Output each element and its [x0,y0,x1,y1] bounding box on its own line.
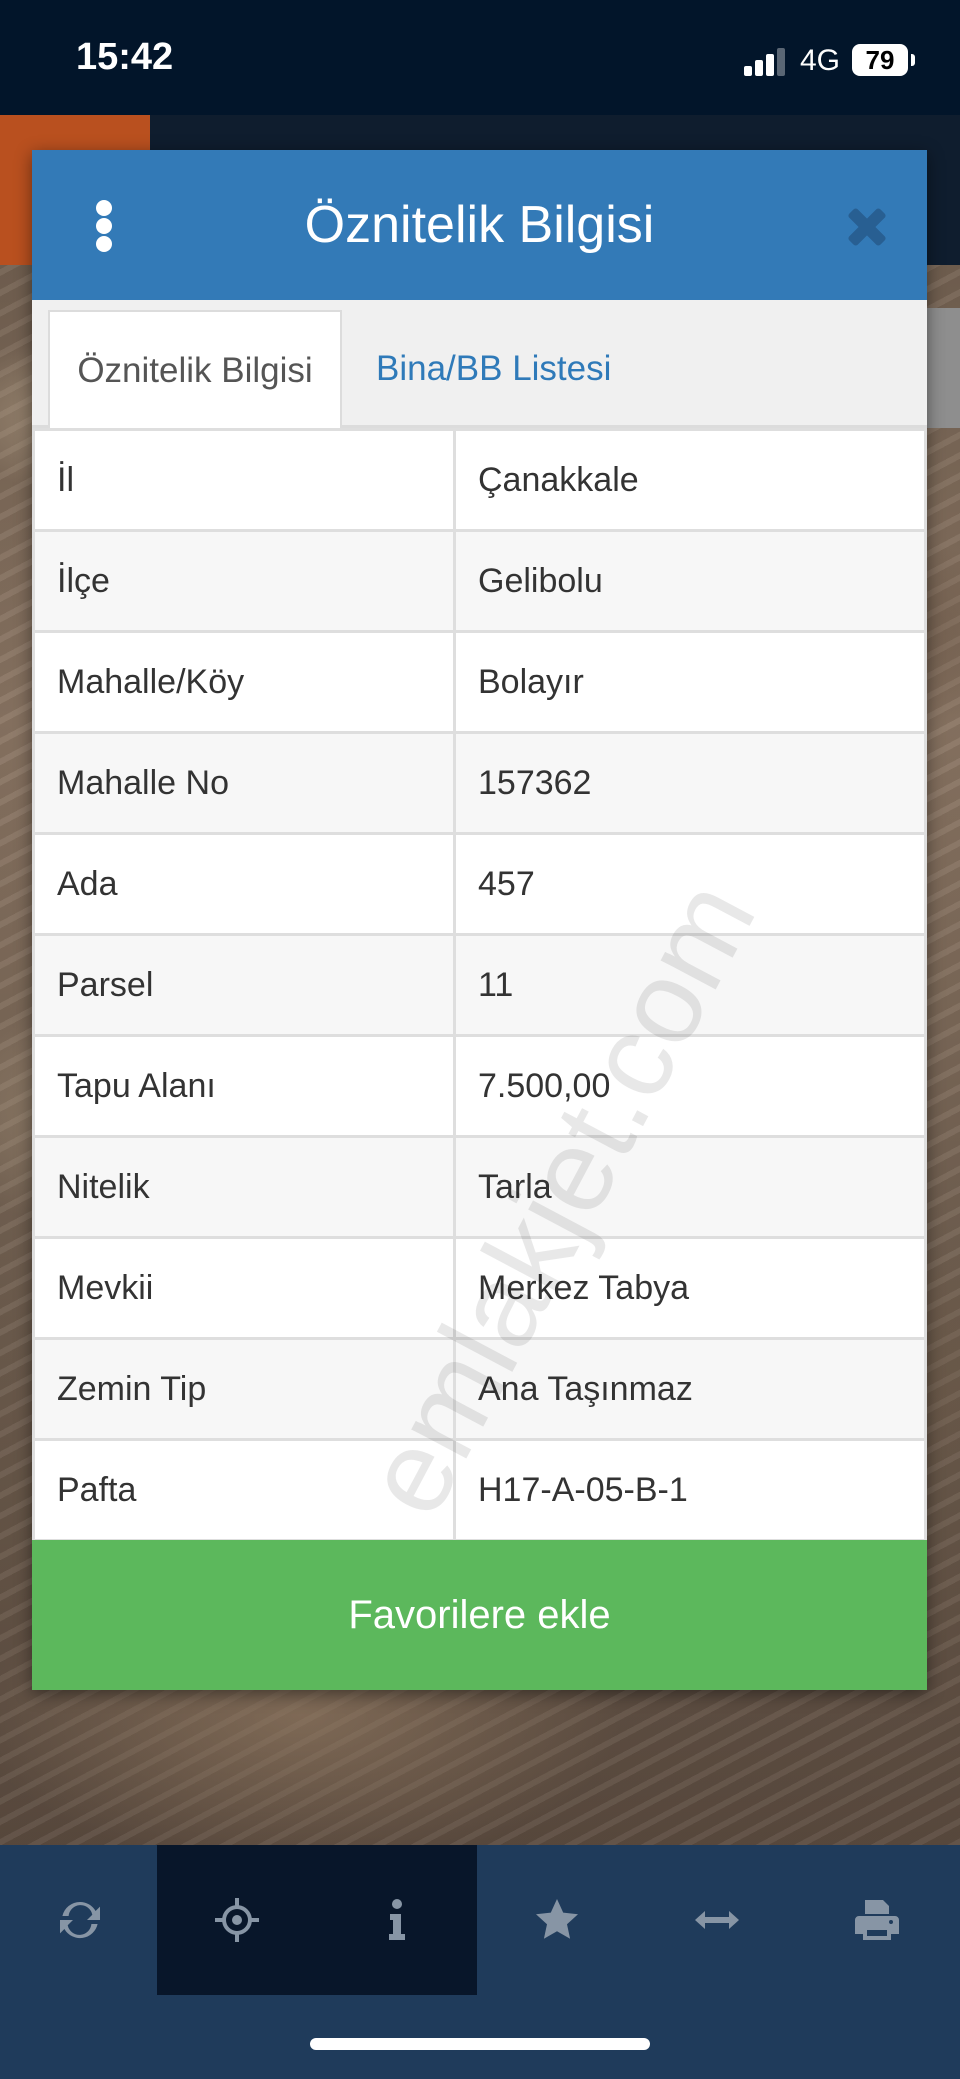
attribute-value: H17-A-05-B-1 [453,1438,927,1542]
table-row: Tapu Alanı 7.500,00 [32,1034,927,1138]
table-row: Mahalle/Köy Bolayır [32,630,927,734]
attribute-key: İl [32,428,456,532]
star-icon [536,1899,578,1939]
attribute-value: Ana Taşınmaz [453,1337,927,1441]
print-icon [855,1900,899,1940]
attribute-key: Parsel [32,933,456,1037]
status-bar: 15:42 4G 79 [0,0,960,115]
close-icon[interactable] [842,202,892,252]
crosshair-icon [215,1898,259,1942]
attribute-value: Çanakkale [453,428,927,532]
attribute-value: 457 [453,832,927,936]
signal-strength-icon [744,46,786,76]
measure-button[interactable] [637,1845,797,1995]
table-row: Pafta H17-A-05-B-1 [32,1438,927,1542]
table-row: Mevkii Merkez Tabya [32,1236,927,1340]
table-row: Nitelik Tarla [32,1135,927,1239]
attribute-value: 11 [453,933,927,1037]
locate-button[interactable] [157,1845,317,1995]
tab-attribute-info[interactable]: Öznitelik Bilgisi [48,310,342,431]
modal-header: Öznitelik Bilgisi [32,150,927,300]
attribute-value: 7.500,00 [453,1034,927,1138]
refresh-icon [60,1901,100,1939]
modal-title: Öznitelik Bilgisi [304,196,655,254]
attribute-value: 157362 [453,731,927,835]
attribute-key: Mahalle/Köy [32,630,456,734]
refresh-button[interactable] [0,1845,160,1995]
measure-icon [695,1911,739,1929]
table-row: İl Çanakkale [32,428,927,532]
bottom-toolbar [0,1845,960,1995]
attribute-key: Ada [32,832,456,936]
attribute-info-modal: Öznitelik Bilgisi Öznitelik Bilgisi Bina… [32,150,927,1690]
attribute-key: İlçe [32,529,456,633]
favorites-button[interactable] [477,1845,637,1995]
map-side-handle[interactable] [924,308,960,428]
info-button[interactable] [317,1845,477,1995]
battery-icon: 79 [852,44,915,76]
attribute-value: Gelibolu [453,529,927,633]
attribute-key: Mevkii [32,1236,456,1340]
home-bar-area [0,1995,960,2079]
table-row: Parsel 11 [32,933,927,1037]
print-button[interactable] [797,1845,957,1995]
info-icon [389,1899,405,1940]
attribute-key: Tapu Alanı [32,1034,456,1138]
table-row: Zemin Tip Ana Taşınmaz [32,1337,927,1441]
network-type: 4G [800,44,841,77]
attribute-value: Tarla [453,1135,927,1239]
home-indicator[interactable] [310,2038,650,2050]
status-time: 15:42 [76,36,174,78]
attribute-value: Merkez Tabya [453,1236,927,1340]
table-row: İlçe Gelibolu [32,529,927,633]
attribute-key: Pafta [32,1438,456,1542]
tab-building-list[interactable]: Bina/BB Listesi [376,310,611,428]
attribute-table: İl Çanakkale İlçe Gelibolu Mahalle/Köy Bolayı… [32,428,927,1542]
attribute-key: Zemin Tip [32,1337,456,1441]
attribute-key: Mahalle No [32,731,456,835]
table-row: Ada 457 [32,832,927,936]
attribute-key: Nitelik [32,1135,456,1239]
attribute-value: Bolayır [453,630,927,734]
add-to-favorites-button[interactable]: Favorilere ekle [32,1540,927,1690]
table-row: Mahalle No 157362 [32,731,927,835]
